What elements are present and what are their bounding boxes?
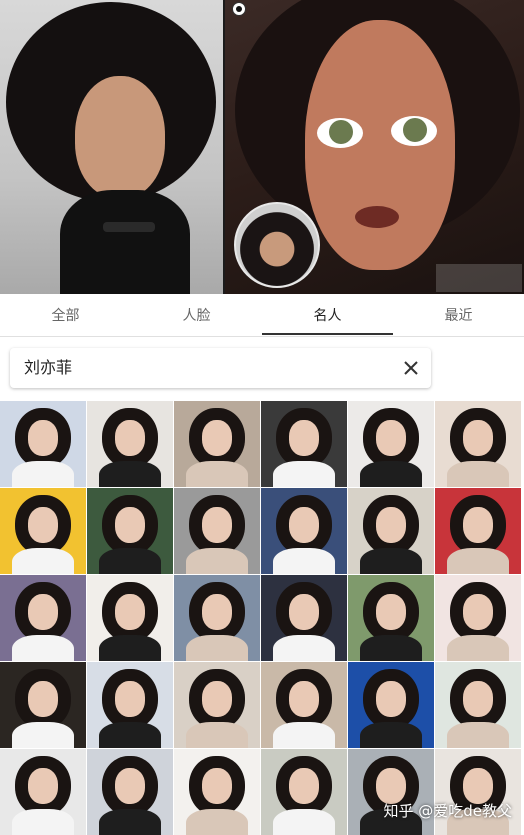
result-thumbnail[interactable]: [435, 488, 521, 574]
result-thumbnail[interactable]: [87, 401, 173, 487]
result-thumbnail[interactable]: [174, 488, 260, 574]
result-thumbnail[interactable]: [261, 749, 347, 835]
result-thumbnail[interactable]: [87, 488, 173, 574]
result-thumbnail[interactable]: [0, 575, 86, 661]
result-thumbnail[interactable]: [435, 662, 521, 748]
result-thumbnail[interactable]: [435, 575, 521, 661]
original-photo: [0, 0, 223, 294]
result-thumbnail[interactable]: [348, 662, 434, 748]
result-thumbnail[interactable]: [174, 749, 260, 835]
result-thumbnail[interactable]: [87, 575, 173, 661]
result-thumbnail[interactable]: [0, 488, 86, 574]
watermark-text: 知乎 @爱吃de教父: [383, 802, 512, 820]
result-thumbnail[interactable]: [348, 488, 434, 574]
tab-faces[interactable]: 人脸: [131, 296, 262, 336]
celebrity-results-grid: [0, 401, 524, 835]
result-thumbnail[interactable]: [348, 749, 434, 835]
result-thumbnail[interactable]: [87, 749, 173, 835]
result-thumbnail[interactable]: [348, 575, 434, 661]
search-box[interactable]: 刘亦菲: [10, 348, 431, 388]
result-thumbnail[interactable]: [348, 401, 434, 487]
source-face-thumbnail: [234, 202, 320, 288]
result-thumbnail[interactable]: [261, 575, 347, 661]
result-thumbnail[interactable]: [174, 575, 260, 661]
result-thumbnail[interactable]: [0, 401, 86, 487]
search-input[interactable]: 刘亦菲: [24, 348, 72, 388]
tab-recent[interactable]: 最近: [393, 296, 524, 336]
close-icon[interactable]: [401, 358, 421, 378]
result-thumbnail[interactable]: [174, 662, 260, 748]
tab-all[interactable]: 全部: [0, 296, 131, 336]
app-logo-icon: [232, 2, 246, 16]
result-thumbnail[interactable]: [261, 488, 347, 574]
result-thumbnail[interactable]: [261, 662, 347, 748]
category-tabs: 全部 人脸 名人 最近: [0, 296, 524, 337]
active-tab-indicator: [262, 333, 393, 335]
result-thumbnail[interactable]: [261, 401, 347, 487]
result-thumbnail[interactable]: [0, 662, 86, 748]
result-thumbnail[interactable]: [435, 749, 521, 835]
result-thumbnail[interactable]: [0, 749, 86, 835]
result-thumbnail[interactable]: [87, 662, 173, 748]
tab-celebrities[interactable]: 名人: [262, 296, 393, 336]
blurred-watermark: [436, 264, 522, 292]
result-thumbnail[interactable]: [435, 401, 521, 487]
result-thumbnail[interactable]: [174, 401, 260, 487]
result-preview: [0, 0, 524, 294]
